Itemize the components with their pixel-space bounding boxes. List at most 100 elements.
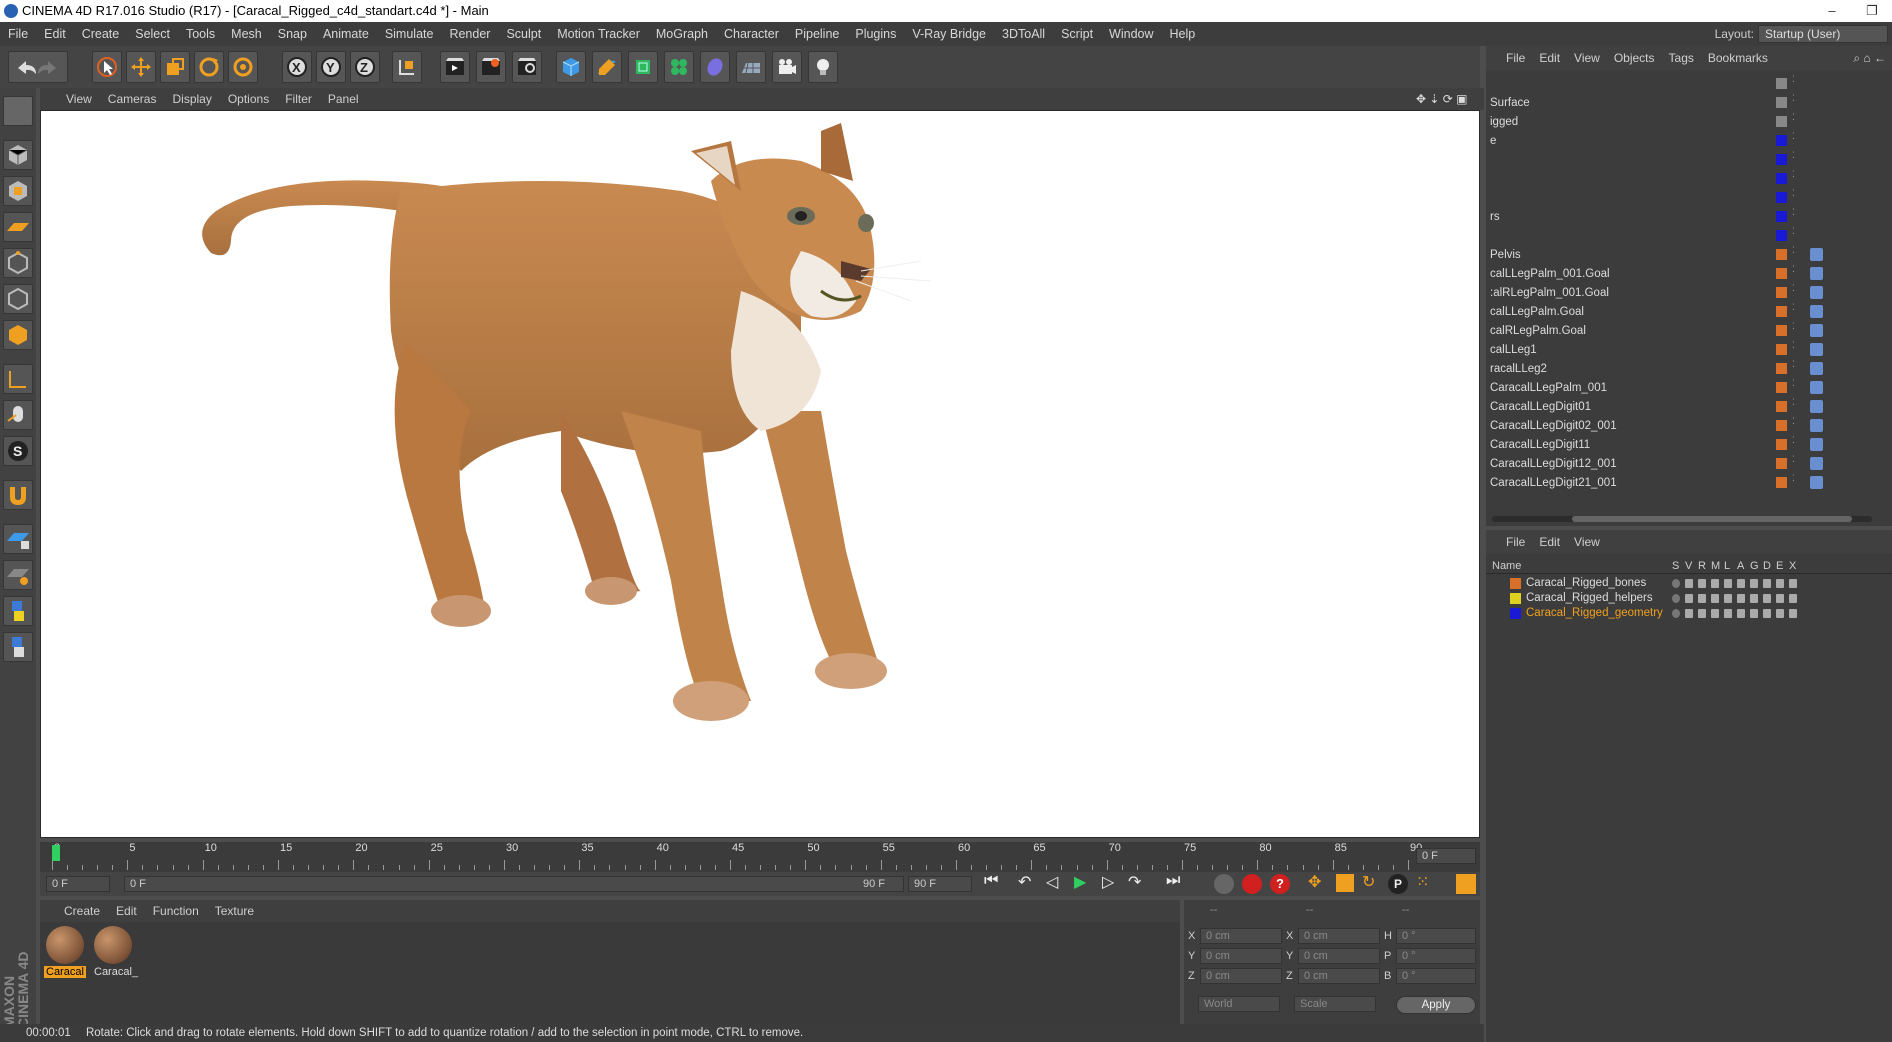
key-parameter-icon[interactable]: P <box>1388 874 1408 894</box>
tag-icon[interactable] <box>1810 267 1823 280</box>
visibility-dots-icon[interactable]: ⁚ <box>1792 226 1798 236</box>
menu-tools[interactable]: Tools <box>178 22 223 46</box>
render-view-icon[interactable] <box>440 51 470 83</box>
layer-toggle-icon[interactable] <box>1698 579 1706 588</box>
floor-icon[interactable] <box>736 51 766 83</box>
layer-toggle-icon[interactable] <box>1698 609 1706 618</box>
object-menu-bookmarks[interactable]: Bookmarks <box>1701 46 1775 70</box>
layer-menu-file[interactable]: File <box>1486 530 1532 554</box>
layer-toggle-icon[interactable] <box>1698 594 1706 603</box>
object-menu-tags[interactable]: Tags <box>1662 46 1701 70</box>
spline-pen-icon[interactable] <box>592 51 622 83</box>
tag-icon[interactable] <box>1810 362 1823 375</box>
layer-toggle-icon[interactable] <box>1724 609 1732 618</box>
range-slider[interactable]: 0 F 90 F <box>124 876 904 892</box>
layer-toggle-icon[interactable] <box>1750 579 1758 588</box>
deformer-icon[interactable] <box>700 51 730 83</box>
workplane-mode-icon[interactable] <box>3 212 33 242</box>
layer-row[interactable]: Caracal_Rigged_bones <box>1486 576 1892 591</box>
layer-color-swatch[interactable] <box>1776 287 1787 298</box>
tag-icon[interactable] <box>1810 476 1823 489</box>
menu-script[interactable]: Script <box>1053 22 1101 46</box>
layer-toggle-icon[interactable] <box>1711 594 1719 603</box>
key-scale-icon[interactable] <box>1336 874 1354 892</box>
object-row[interactable]: calLLegPalm_001.Goal ⁚ <box>1486 264 1892 284</box>
key-pla-icon[interactable]: ⁙ <box>1416 872 1429 892</box>
key-rotation-icon[interactable]: ↻ <box>1362 872 1375 892</box>
maximize-button[interactable]: ❐ <box>1852 0 1892 22</box>
layer-color-swatch[interactable] <box>1776 192 1787 203</box>
layer-color-swatch[interactable] <box>1776 420 1787 431</box>
layer-color-swatch[interactable] <box>1776 363 1787 374</box>
menu-sculpt[interactable]: Sculpt <box>498 22 549 46</box>
layer-color-swatch[interactable] <box>1776 249 1787 260</box>
material-swatch[interactable]: Caracal <box>44 926 86 980</box>
layer-toggle-icon[interactable] <box>1685 594 1693 603</box>
python-script-icon[interactable] <box>3 596 33 626</box>
viewport-menu-display[interactable]: Display <box>164 88 219 110</box>
object-row[interactable]: ⁚ <box>1486 226 1892 246</box>
render-settings-icon[interactable] <box>512 51 542 83</box>
layer-toggle-icon[interactable] <box>1672 609 1680 618</box>
layer-toggle-icon[interactable] <box>1763 609 1771 618</box>
visibility-dots-icon[interactable]: ⁚ <box>1792 93 1798 103</box>
visibility-dots-icon[interactable]: ⁚ <box>1792 302 1798 312</box>
rotate-tool-icon[interactable] <box>194 51 224 83</box>
visibility-dots-icon[interactable]: ⁚ <box>1792 473 1798 483</box>
viewport-menu-cameras[interactable]: Cameras <box>100 88 165 110</box>
material-menu-create[interactable]: Create <box>40 900 108 922</box>
layer-toggle-icon[interactable] <box>1711 579 1719 588</box>
layer-color-swatch[interactable] <box>1776 306 1787 317</box>
visibility-dots-icon[interactable]: ⁚ <box>1792 454 1798 464</box>
layer-toggle-icon[interactable] <box>1789 579 1797 588</box>
autokey-icon[interactable]: ? <box>1270 874 1290 894</box>
menu-mesh[interactable]: Mesh <box>223 22 270 46</box>
model-mode-icon[interactable] <box>3 140 33 170</box>
tag-icon[interactable] <box>1810 343 1823 356</box>
next-frame-icon[interactable]: ▷ <box>1102 872 1114 892</box>
object-row[interactable]: ⁚ <box>1486 150 1892 170</box>
layer-color-swatch[interactable] <box>1776 116 1787 127</box>
visibility-dots-icon[interactable]: ⁚ <box>1792 321 1798 331</box>
object-row[interactable]: CaracalLLegPalm_001 ⁚ <box>1486 378 1892 398</box>
select-tool-button[interactable] <box>92 51 122 83</box>
menu-animate[interactable]: Animate <box>315 22 377 46</box>
3d-viewport[interactable] <box>40 110 1480 838</box>
object-row[interactable]: CaracalLLegDigit21_001 ⁚ <box>1486 473 1892 493</box>
object-manager-search-icon[interactable]: ⌕ ⌂ ← <box>1853 46 1886 70</box>
layer-name[interactable]: Caracal_Rigged_geometry <box>1526 606 1663 621</box>
size-z-field[interactable]: 0 cm <box>1298 968 1380 984</box>
layer-color-swatch[interactable] <box>1776 344 1787 355</box>
point-mode-icon[interactable] <box>3 248 33 278</box>
cloner-icon[interactable] <box>664 51 694 83</box>
timeline-playhead[interactable] <box>52 845 60 861</box>
minimize-button[interactable]: – <box>1812 0 1852 22</box>
viewport-menu-view[interactable]: View <box>40 88 100 110</box>
object-menu-file[interactable]: File <box>1486 46 1532 70</box>
layer-toggle-icon[interactable] <box>1685 579 1693 588</box>
planar-workplane-icon[interactable] <box>3 560 33 590</box>
object-row[interactable]: :alRLegPalm_001.Goal ⁚ <box>1486 283 1892 303</box>
magnet-icon[interactable] <box>3 480 33 510</box>
material-menu-function[interactable]: Function <box>145 900 207 922</box>
move-tool-icon[interactable] <box>126 51 156 83</box>
layer-color-swatch[interactable] <box>1776 78 1787 89</box>
visibility-dots-icon[interactable]: ⁚ <box>1792 283 1798 293</box>
object-row[interactable]: calLLeg1 ⁚ <box>1486 340 1892 360</box>
visibility-dots-icon[interactable]: ⁚ <box>1792 188 1798 198</box>
viewport-menu-panel[interactable]: Panel <box>320 88 367 110</box>
menu-window[interactable]: Window <box>1101 22 1161 46</box>
object-row[interactable]: igged ⁚ <box>1486 112 1892 132</box>
rotation-p-field[interactable]: 0 ° <box>1396 948 1476 964</box>
previous-key-icon[interactable]: ↶ <box>1018 872 1031 892</box>
layer-color-swatch[interactable] <box>1776 382 1787 393</box>
position-x-field[interactable]: 0 cm <box>1200 928 1282 944</box>
layer-toggle-icon[interactable] <box>1685 609 1693 618</box>
start-frame-field[interactable]: 0 F <box>46 876 110 892</box>
object-row[interactable]: calLLegPalm.Goal ⁚ <box>1486 302 1892 322</box>
undo-redo-button[interactable] <box>8 51 68 83</box>
play-icon[interactable]: ▶ <box>1074 872 1086 892</box>
menu-snap[interactable]: Snap <box>270 22 315 46</box>
size-y-field[interactable]: 0 cm <box>1298 948 1380 964</box>
viewport-menu-options[interactable]: Options <box>220 88 277 110</box>
